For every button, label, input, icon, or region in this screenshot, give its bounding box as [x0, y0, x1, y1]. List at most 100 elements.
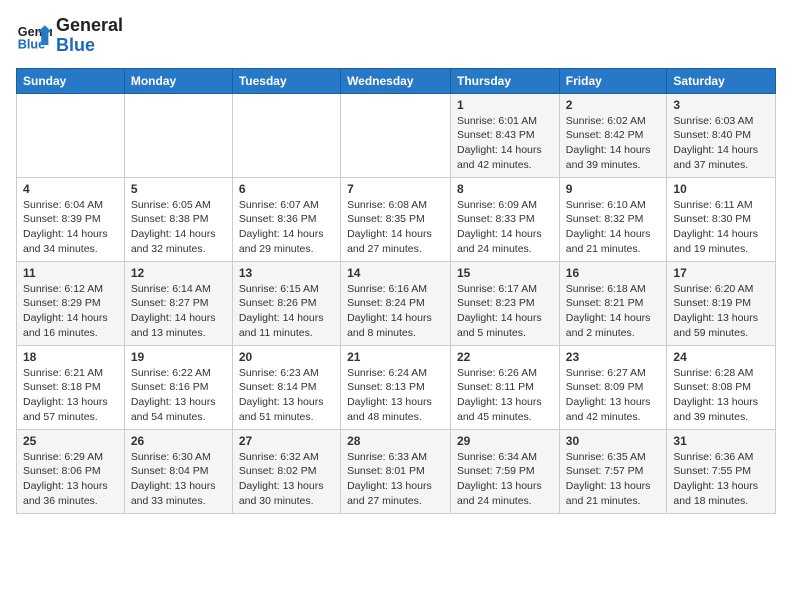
day-number: 31: [673, 434, 769, 448]
calendar-cell: 24 Sunrise: 6:28 AM Sunset: 8:08 PM Dayli…: [667, 345, 776, 429]
day-info: Sunrise: 6:14 AM Sunset: 8:27 PM Dayligh…: [131, 282, 226, 341]
day-number: 29: [457, 434, 553, 448]
weekday-header: Thursday: [451, 68, 560, 93]
day-info: Sunrise: 6:16 AM Sunset: 8:24 PM Dayligh…: [347, 282, 444, 341]
calendar-cell: 2 Sunrise: 6:02 AM Sunset: 8:42 PM Daylig…: [559, 93, 667, 177]
day-info: Sunrise: 6:17 AM Sunset: 8:23 PM Dayligh…: [457, 282, 553, 341]
day-number: 27: [239, 434, 334, 448]
svg-text:Blue: Blue: [18, 37, 45, 51]
day-number: 19: [131, 350, 226, 364]
calendar-cell: [17, 93, 125, 177]
calendar-body: 1 Sunrise: 6:01 AM Sunset: 8:43 PM Daylig…: [17, 93, 776, 513]
day-number: 6: [239, 182, 334, 196]
calendar-week-row: 25 Sunrise: 6:29 AM Sunset: 8:06 PM Dayli…: [17, 429, 776, 513]
weekday-header: Saturday: [667, 68, 776, 93]
weekday-header: Wednesday: [341, 68, 451, 93]
calendar-cell: 22 Sunrise: 6:26 AM Sunset: 8:11 PM Dayli…: [451, 345, 560, 429]
calendar-cell: [341, 93, 451, 177]
day-info: Sunrise: 6:29 AM Sunset: 8:06 PM Dayligh…: [23, 450, 118, 509]
day-info: Sunrise: 6:09 AM Sunset: 8:33 PM Dayligh…: [457, 198, 553, 257]
day-number: 25: [23, 434, 118, 448]
calendar-cell: 27Sunrise: 6:32 AM Sunset: 8:02 PM Dayli…: [232, 429, 340, 513]
day-number: 16: [566, 266, 661, 280]
day-number: 5: [131, 182, 226, 196]
day-info: Sunrise: 6:10 AM Sunset: 8:32 PM Dayligh…: [566, 198, 661, 257]
day-number: 2: [566, 98, 661, 112]
day-info: Sunrise: 6:23 AM Sunset: 8:14 PM Dayligh…: [239, 366, 334, 425]
calendar-cell: 25 Sunrise: 6:29 AM Sunset: 8:06 PM Dayli…: [17, 429, 125, 513]
calendar-cell: 4Sunrise: 6:04 AM Sunset: 8:39 PM Daylig…: [17, 177, 125, 261]
day-number: 3: [673, 98, 769, 112]
calendar-cell: 23Sunrise: 6:27 AM Sunset: 8:09 PM Dayli…: [559, 345, 667, 429]
day-number: 13: [239, 266, 334, 280]
day-number: 28: [347, 434, 444, 448]
calendar-cell: 15Sunrise: 6:17 AM Sunset: 8:23 PM Dayli…: [451, 261, 560, 345]
calendar-cell: 18 Sunrise: 6:21 AM Sunset: 8:18 PM Dayli…: [17, 345, 125, 429]
calendar-cell: 19 Sunrise: 6:22 AM Sunset: 8:16 PM Dayli…: [124, 345, 232, 429]
day-info: Sunrise: 6:15 AM Sunset: 8:26 PM Dayligh…: [239, 282, 334, 341]
calendar-cell: 20 Sunrise: 6:23 AM Sunset: 8:14 PM Dayli…: [232, 345, 340, 429]
calendar-week-row: 18 Sunrise: 6:21 AM Sunset: 8:18 PM Dayli…: [17, 345, 776, 429]
day-info: Sunrise: 6:20 AM Sunset: 8:19 PM Dayligh…: [673, 282, 769, 341]
calendar-cell: 12 Sunrise: 6:14 AM Sunset: 8:27 PM Dayli…: [124, 261, 232, 345]
day-info: Sunrise: 6:27 AM Sunset: 8:09 PM Dayligh…: [566, 366, 661, 425]
day-info: Sunrise: 6:36 AM Sunset: 7:55 PM Dayligh…: [673, 450, 769, 509]
day-number: 11: [23, 266, 118, 280]
calendar-cell: 16 Sunrise: 6:18 AM Sunset: 8:21 PM Dayli…: [559, 261, 667, 345]
day-number: 22: [457, 350, 553, 364]
day-number: 17: [673, 266, 769, 280]
calendar-cell: 6 Sunrise: 6:07 AM Sunset: 8:36 PM Daylig…: [232, 177, 340, 261]
calendar-week-row: 1 Sunrise: 6:01 AM Sunset: 8:43 PM Daylig…: [17, 93, 776, 177]
day-number: 9: [566, 182, 661, 196]
day-info: Sunrise: 6:11 AM Sunset: 8:30 PM Dayligh…: [673, 198, 769, 257]
calendar-cell: 29 Sunrise: 6:34 AM Sunset: 7:59 PM Dayli…: [451, 429, 560, 513]
calendar-cell: 5 Sunrise: 6:05 AM Sunset: 8:38 PM Daylig…: [124, 177, 232, 261]
day-info: Sunrise: 6:12 AM Sunset: 8:29 PM Dayligh…: [23, 282, 118, 341]
day-number: 20: [239, 350, 334, 364]
day-info: Sunrise: 6:01 AM Sunset: 8:43 PM Dayligh…: [457, 114, 553, 173]
weekday-header: Tuesday: [232, 68, 340, 93]
day-info: Sunrise: 6:24 AM Sunset: 8:13 PM Dayligh…: [347, 366, 444, 425]
day-info: Sunrise: 6:03 AM Sunset: 8:40 PM Dayligh…: [673, 114, 769, 173]
day-number: 4: [23, 182, 118, 196]
calendar-cell: 28 Sunrise: 6:33 AM Sunset: 8:01 PM Dayli…: [341, 429, 451, 513]
calendar-cell: 26 Sunrise: 6:30 AM Sunset: 8:04 PM Dayli…: [124, 429, 232, 513]
day-number: 18: [23, 350, 118, 364]
calendar-cell: 30Sunrise: 6:35 AM Sunset: 7:57 PM Dayli…: [559, 429, 667, 513]
calendar-cell: 1 Sunrise: 6:01 AM Sunset: 8:43 PM Daylig…: [451, 93, 560, 177]
day-info: Sunrise: 6:22 AM Sunset: 8:16 PM Dayligh…: [131, 366, 226, 425]
weekday-header: Monday: [124, 68, 232, 93]
calendar-cell: 3 Sunrise: 6:03 AM Sunset: 8:40 PM Daylig…: [667, 93, 776, 177]
calendar-cell: [232, 93, 340, 177]
day-info: Sunrise: 6:07 AM Sunset: 8:36 PM Dayligh…: [239, 198, 334, 257]
day-number: 7: [347, 182, 444, 196]
day-info: Sunrise: 6:33 AM Sunset: 8:01 PM Dayligh…: [347, 450, 444, 509]
day-info: Sunrise: 6:21 AM Sunset: 8:18 PM Dayligh…: [23, 366, 118, 425]
day-info: Sunrise: 6:02 AM Sunset: 8:42 PM Dayligh…: [566, 114, 661, 173]
calendar-cell: 11 Sunrise: 6:12 AM Sunset: 8:29 PM Dayli…: [17, 261, 125, 345]
calendar-cell: 13 Sunrise: 6:15 AM Sunset: 8:26 PM Dayli…: [232, 261, 340, 345]
day-number: 24: [673, 350, 769, 364]
calendar-cell: 7 Sunrise: 6:08 AM Sunset: 8:35 PM Daylig…: [341, 177, 451, 261]
day-number: 30: [566, 434, 661, 448]
page-header: General Blue GeneralBlue: [16, 16, 776, 56]
day-info: Sunrise: 6:05 AM Sunset: 8:38 PM Dayligh…: [131, 198, 226, 257]
day-info: Sunrise: 6:26 AM Sunset: 8:11 PM Dayligh…: [457, 366, 553, 425]
calendar-cell: 17 Sunrise: 6:20 AM Sunset: 8:19 PM Dayli…: [667, 261, 776, 345]
calendar-cell: 10Sunrise: 6:11 AM Sunset: 8:30 PM Dayli…: [667, 177, 776, 261]
calendar-cell: 14Sunrise: 6:16 AM Sunset: 8:24 PM Dayli…: [341, 261, 451, 345]
day-info: Sunrise: 6:08 AM Sunset: 8:35 PM Dayligh…: [347, 198, 444, 257]
logo-text: GeneralBlue: [56, 16, 123, 56]
calendar-week-row: 4Sunrise: 6:04 AM Sunset: 8:39 PM Daylig…: [17, 177, 776, 261]
calendar-cell: 31 Sunrise: 6:36 AM Sunset: 7:55 PM Dayli…: [667, 429, 776, 513]
logo-icon: General Blue: [16, 18, 52, 54]
day-number: 26: [131, 434, 226, 448]
day-info: Sunrise: 6:18 AM Sunset: 8:21 PM Dayligh…: [566, 282, 661, 341]
day-info: Sunrise: 6:34 AM Sunset: 7:59 PM Dayligh…: [457, 450, 553, 509]
day-number: 1: [457, 98, 553, 112]
day-number: 12: [131, 266, 226, 280]
calendar-cell: 8 Sunrise: 6:09 AM Sunset: 8:33 PM Daylig…: [451, 177, 560, 261]
day-info: Sunrise: 6:28 AM Sunset: 8:08 PM Dayligh…: [673, 366, 769, 425]
day-info: Sunrise: 6:30 AM Sunset: 8:04 PM Dayligh…: [131, 450, 226, 509]
day-number: 8: [457, 182, 553, 196]
